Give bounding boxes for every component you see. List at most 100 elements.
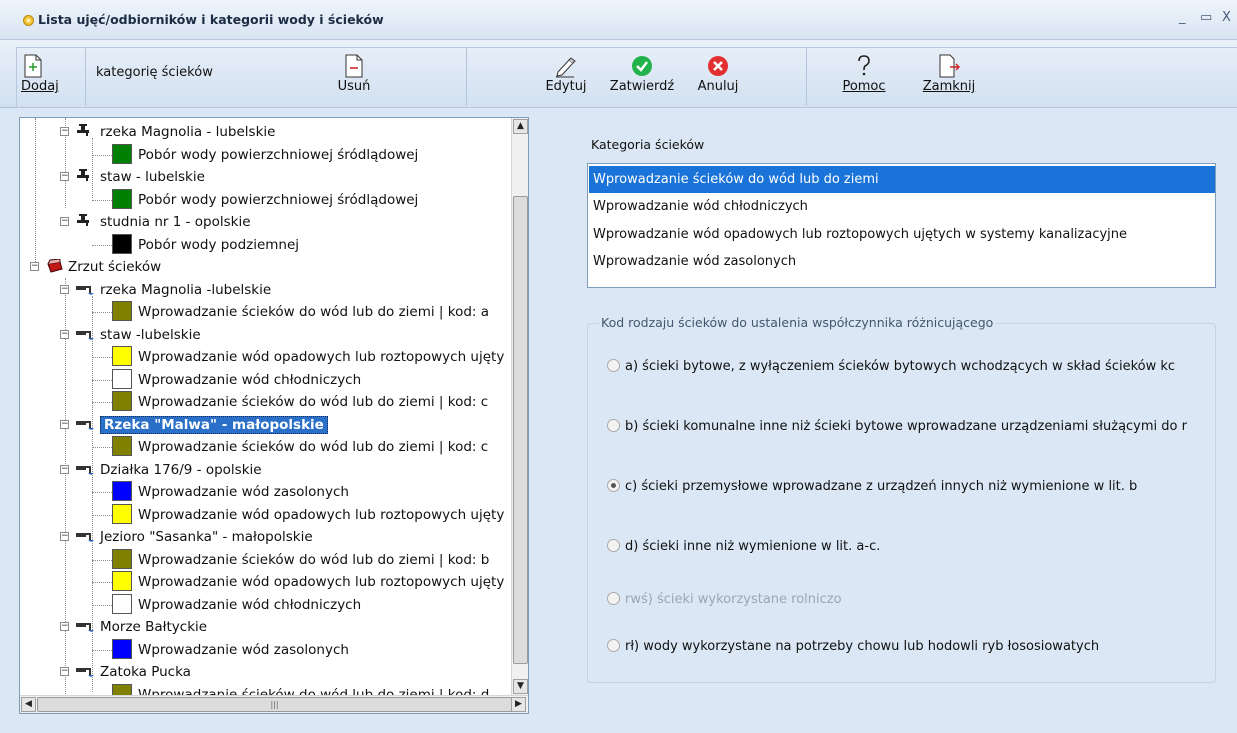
- maximize-button[interactable]: ▭: [1200, 10, 1212, 26]
- minimize-button[interactable]: _: [1179, 10, 1186, 26]
- tree-connector: [92, 312, 112, 313]
- tree-node-label: Pobór wody powierzchniowej śródlądowej: [138, 191, 419, 208]
- color-swatch-icon: [112, 571, 132, 591]
- tree-node-label: Morze Bałtyckie: [100, 619, 208, 635]
- tree-category-item[interactable]: Wprowadzanie ścieków do wód lub do ziemi…: [112, 683, 490, 696]
- tree-node-label: rzeka Magnolia - lubelskie: [100, 124, 276, 140]
- tree-category-item[interactable]: Wprowadzanie wód opadowych lub roztopowy…: [112, 503, 505, 526]
- tree-view[interactable]: − rzeka Magnolia - lubelskie Pobór wody po…: [19, 117, 529, 714]
- discharge-pipe-icon: [76, 330, 94, 340]
- vertical-scrollbar[interactable]: ▲ ▼: [511, 118, 528, 695]
- category-listbox[interactable]: Wprowadzanie ścieków do wód lub do ziemi…: [587, 163, 1216, 288]
- delete-button[interactable]: Usuń: [329, 54, 379, 94]
- tree-category-item[interactable]: Wprowadzanie wód opadowych lub roztopowy…: [112, 346, 504, 368]
- question-mark-icon: [858, 55, 870, 76]
- help-button[interactable]: Pomoc: [836, 54, 892, 94]
- scroll-up-arrow-icon[interactable]: ▲: [513, 119, 528, 134]
- collapse-toggle-icon[interactable]: −: [60, 622, 69, 631]
- collapse-toggle-icon[interactable]: −: [60, 667, 69, 676]
- exit-document-icon: [939, 54, 960, 78]
- tree-node-label: Wprowadzanie wód opadowych lub roztopowy…: [138, 574, 505, 590]
- tree-category-item[interactable]: Wprowadzanie wód opadowych lub roztopowy…: [112, 571, 504, 593]
- close-window-button[interactable]: X: [1222, 10, 1231, 26]
- category-list-item[interactable]: Wprowadzanie ścieków do wód lub do ziemi: [589, 166, 1215, 193]
- vertical-scroll-thumb[interactable]: [513, 196, 528, 664]
- tree-node-label: staw - lubelskie: [100, 169, 205, 185]
- tree-location-node[interactable]: Jezioro "Sasanka" - małopolskie: [100, 526, 313, 548]
- close-button[interactable]: Zamknij: [919, 54, 979, 94]
- add-button[interactable]: Dodaj: [21, 54, 81, 94]
- collapse-toggle-icon[interactable]: −: [60, 127, 69, 136]
- tree-category-item[interactable]: Wprowadzanie ścieków do wód lub do ziemi…: [112, 436, 488, 458]
- category-list-item[interactable]: Wprowadzanie wód opadowych lub roztopowy…: [589, 221, 1215, 248]
- collapse-toggle-icon[interactable]: −: [30, 262, 39, 271]
- tree-location-node[interactable]: staw -lubelskie: [100, 324, 201, 346]
- tree-connector: [92, 402, 112, 403]
- checkmark-icon: [632, 56, 652, 76]
- color-swatch-icon: [112, 233, 132, 254]
- color-swatch-icon: [112, 391, 132, 411]
- discharge-pipe-icon: [76, 623, 94, 632]
- toolbar: Dodaj kategorię ścieków Usuń Edytuj Zatw…: [0, 40, 1237, 108]
- tree-group-node[interactable]: Zrzut ścieków: [68, 256, 161, 278]
- tree-location-node[interactable]: Zatoka Pucka: [100, 661, 191, 683]
- tree-location-node[interactable]: rzeka Magnolia - lubelskie: [100, 121, 275, 143]
- water-tap-icon: [77, 214, 89, 226]
- tree-node-label: Wprowadzanie ścieków do wód lub do ziemi…: [138, 686, 490, 696]
- code-radio-option[interactable]: b) ścieki komunalne inne niż ścieki byto…: [607, 418, 1213, 436]
- code-radio-option[interactable]: rł) wody wykorzystane na potrzeby chowu …: [607, 638, 1213, 656]
- color-swatch-icon: [112, 368, 132, 389]
- radio-checked-icon: [607, 479, 620, 492]
- tree-location-node[interactable]: Działka 176/9 - opolskie: [100, 459, 262, 481]
- tree-node-label: Wprowadzanie ścieków do wód lub do ziemi…: [138, 304, 490, 320]
- tree-category-item[interactable]: Wprowadzanie wód chłodniczych: [112, 368, 361, 391]
- tree-category-item[interactable]: Wprowadzanie wód zasolonych: [112, 638, 349, 661]
- tree-category-item[interactable]: Wprowadzanie wód chłodniczych: [112, 593, 361, 616]
- collapse-toggle-icon[interactable]: −: [60, 284, 69, 294]
- tree-location-node[interactable]: rzeka Magnolia -lubelskie: [100, 279, 271, 301]
- confirm-button[interactable]: Zatwierdź: [605, 54, 679, 94]
- tree-category-item[interactable]: Pobór wody powierzchniowej śródlądowej: [112, 188, 419, 211]
- horizontal-scroll-thumb[interactable]: |||: [37, 697, 512, 712]
- tree-location-node[interactable]: Rzeka "Malwa" - małopolskie: [100, 414, 328, 436]
- collapse-toggle-icon[interactable]: −: [60, 532, 69, 541]
- collapse-toggle-icon[interactable]: −: [60, 329, 69, 339]
- scroll-right-arrow-icon[interactable]: ▶: [511, 697, 526, 712]
- tree-node-label: Wprowadzanie ścieków do wód lub do ziemi…: [138, 551, 490, 568]
- tree-category-item[interactable]: Pobór wody powierzchniowej śródlądowej: [112, 143, 418, 166]
- collapse-toggle-icon[interactable]: −: [60, 419, 69, 429]
- tree-node-label: Wprowadzanie ścieków do wód lub do ziemi…: [138, 439, 489, 455]
- tree-node-label: Wprowadzanie wód opadowych lub roztopowy…: [138, 506, 505, 523]
- horizontal-scrollbar[interactable]: ◀ ||| ▶: [20, 695, 528, 713]
- collapse-toggle-icon[interactable]: −: [60, 464, 69, 474]
- add-label: Dodaj: [21, 79, 59, 94]
- tree-category-item[interactable]: Pobór wody podziemnej: [112, 233, 299, 256]
- tree-category-item[interactable]: Wprowadzanie ścieków do wód lub do ziemi…: [112, 548, 490, 571]
- radio-unchecked-icon: [607, 419, 620, 432]
- collapse-toggle-icon[interactable]: −: [60, 217, 69, 226]
- tree-location-node[interactable]: Morze Bałtyckie: [100, 616, 207, 638]
- tree-location-node[interactable]: studnia nr 1 - opolskie: [100, 211, 251, 233]
- app-icon: [23, 15, 34, 26]
- color-swatch-icon: [112, 436, 132, 456]
- collapse-toggle-icon[interactable]: −: [60, 172, 69, 181]
- edit-button[interactable]: Edytuj: [538, 54, 594, 94]
- scroll-left-arrow-icon[interactable]: ◀: [21, 697, 36, 712]
- tree-category-item[interactable]: Wprowadzanie ścieków do wód lub do ziemi…: [112, 391, 488, 413]
- discharge-pipe-icon: [76, 533, 94, 542]
- tree-location-node[interactable]: staw - lubelskie: [100, 166, 205, 188]
- cancel-button[interactable]: Anuluj: [690, 54, 746, 94]
- category-list-item[interactable]: Wprowadzanie wód zasolonych: [589, 248, 1215, 275]
- code-radio-option[interactable]: d) ścieki inne niż wymienione w lit. a-c…: [607, 538, 1213, 556]
- tree-connector: [92, 447, 112, 448]
- code-radio-option[interactable]: a) ścieki bytowe, z wyłączeniem ścieków …: [607, 358, 1213, 376]
- code-radio-option[interactable]: c) ścieki przemysłowe wprowadzane z urzą…: [607, 478, 1213, 496]
- scroll-down-arrow-icon[interactable]: ▼: [513, 679, 528, 694]
- tree-node-label: Wprowadzanie wód zasolonych: [138, 641, 349, 658]
- tree-category-item[interactable]: Wprowadzanie ścieków do wód lub do ziemi…: [112, 301, 489, 323]
- category-list-item[interactable]: Wprowadzanie wód chłodniczych: [589, 193, 1215, 220]
- discharge-bucket-icon: [47, 259, 63, 273]
- tree-category-item[interactable]: Wprowadzanie wód zasolonych: [112, 481, 349, 503]
- color-swatch-icon: [112, 503, 132, 524]
- color-swatch-icon: [112, 683, 132, 695]
